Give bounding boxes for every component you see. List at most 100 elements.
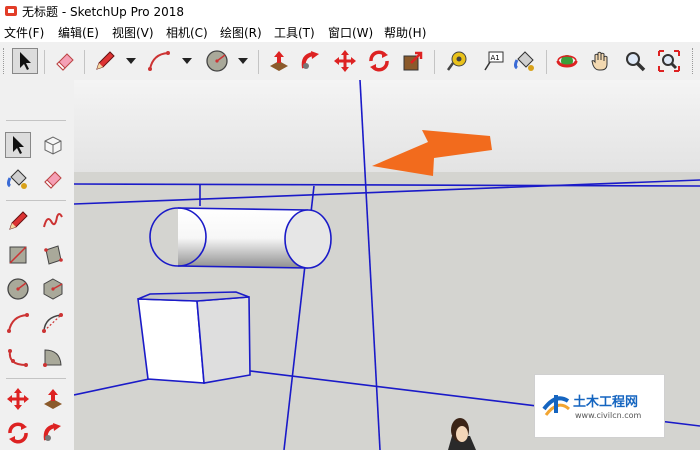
three-point-arc-tool-button[interactable] [5, 344, 31, 370]
menu-file[interactable]: 文件(F) [4, 24, 44, 41]
paint-bucket-icon [7, 169, 27, 189]
pencil-dropdown-chevron-icon[interactable] [126, 58, 136, 64]
rotated-rectangle-icon [44, 245, 63, 265]
menu-help[interactable]: 帮助(H) [384, 24, 426, 41]
pan-tool-button[interactable] [588, 48, 614, 74]
menu-draw[interactable]: 绘图(R) [220, 24, 262, 41]
orbit-tool-button[interactable] [554, 48, 580, 74]
polygon-icon [43, 278, 63, 300]
toolbar-grip[interactable] [3, 48, 7, 74]
circle-icon [206, 50, 228, 72]
make-component-icon [44, 136, 62, 155]
arc-tool-button[interactable] [146, 48, 172, 74]
menu-bar: 文件(F) 编辑(E) 视图(V) 相机(C) 绘图(R) 工具(T) 窗口(W… [0, 22, 700, 43]
tape-measure-icon [446, 51, 467, 71]
rotate-icon [369, 50, 389, 72]
left-push-pull-tool-button[interactable] [40, 386, 66, 412]
orbit-icon [556, 55, 578, 68]
left-toolbar [0, 80, 75, 450]
three-point-arc-icon [8, 349, 28, 367]
follow-me-tool-button[interactable] [298, 48, 324, 74]
polygon-tool-button[interactable] [40, 276, 66, 302]
sky [74, 80, 700, 172]
left-rotate-tool-button[interactable] [5, 420, 31, 446]
two-point-arc-tool-button[interactable] [40, 310, 66, 336]
menu-view[interactable]: 视图(V) [112, 24, 154, 41]
circle-icon [7, 278, 29, 300]
line-tool-button[interactable] [5, 208, 31, 234]
select-icon [20, 52, 31, 70]
window-title: 无标题 - SketchUp Pro 2018 [22, 5, 184, 19]
zoom-extents-tool-button[interactable] [656, 48, 682, 74]
watermark-brand: 土木工程网 [573, 395, 639, 410]
arc-dropdown-chevron-icon[interactable] [182, 58, 192, 64]
pie-icon [43, 349, 62, 367]
toolbar-separator [6, 120, 66, 121]
civilcn-watermark: 土木工程网 www.civilcn.com [534, 374, 665, 438]
text-tool-glyph: A1 [491, 54, 500, 62]
text-icon: A1 [484, 51, 504, 71]
title-bar: 无标题 - SketchUp Pro 2018 [0, 0, 700, 22]
push-pull-icon [270, 51, 288, 71]
menu-tools[interactable]: 工具(T) [274, 24, 315, 41]
make-component-tool-button[interactable] [40, 132, 66, 158]
left-eraser-tool-button[interactable] [40, 166, 66, 192]
circle-dropdown-chevron-icon[interactable] [238, 58, 248, 64]
left-move-tool-button[interactable] [5, 386, 31, 412]
eraser-icon [56, 53, 74, 71]
left-paint-bucket-tool-button[interactable] [5, 166, 31, 192]
move-tool-button[interactable] [332, 48, 358, 74]
rectangle-tool-button[interactable] [5, 242, 31, 268]
freehand-tool-button[interactable] [40, 208, 66, 234]
tape-measure-tool-button[interactable] [444, 48, 470, 74]
watermark-url: www.civilcn.com [575, 411, 642, 420]
follow-me-icon [43, 423, 61, 441]
arc-icon [7, 313, 29, 333]
zoom-tool-button[interactable] [622, 48, 648, 74]
text-tool-button[interactable]: A1 [480, 48, 506, 74]
menu-edit[interactable]: 编辑(E) [58, 24, 99, 41]
zoom-extents-icon [658, 50, 680, 72]
eraser-icon [44, 171, 62, 189]
push-pull-tool-button[interactable] [266, 48, 292, 74]
freehand-icon [43, 213, 63, 228]
scale-icon [403, 51, 423, 71]
left-follow-me-tool-button[interactable] [40, 420, 66, 446]
left-arc-tool-button[interactable] [5, 310, 31, 336]
menu-camera[interactable]: 相机(C) [166, 24, 208, 41]
rotate-icon [8, 422, 28, 444]
select-icon [13, 136, 24, 154]
eraser-tool-button[interactable] [52, 48, 78, 74]
rotated-rectangle-tool-button[interactable] [40, 242, 66, 268]
left-circle-tool-button[interactable] [5, 276, 31, 302]
toolbar-separator [258, 50, 259, 74]
circle-tool-button[interactable] [204, 48, 230, 74]
toolbar-separator [44, 50, 45, 74]
rectangle-icon [9, 246, 27, 264]
toolbar-separator [6, 200, 66, 201]
pie-tool-button[interactable] [40, 344, 66, 370]
follow-me-icon [301, 51, 319, 69]
toolbar-separator [546, 50, 547, 74]
move-icon [7, 388, 29, 410]
move-icon [334, 50, 356, 72]
rotate-tool-button[interactable] [366, 48, 392, 74]
left-select-tool-button[interactable] [5, 132, 31, 158]
cube-model[interactable] [137, 291, 251, 384]
select-tool-button[interactable] [12, 48, 38, 74]
paint-bucket-icon [514, 51, 534, 71]
zoom-icon [626, 52, 646, 72]
line-icon [9, 211, 28, 230]
civilcn-logo-icon [542, 395, 571, 416]
pan-icon [591, 51, 608, 71]
push-pull-icon [44, 389, 62, 409]
cylinder-model[interactable] [149, 206, 332, 270]
paint-bucket-tool-button[interactable] [512, 48, 538, 74]
menu-window[interactable]: 窗口(W) [328, 24, 373, 41]
toolbar-grip[interactable] [692, 48, 696, 74]
scale-tool-button[interactable] [400, 48, 426, 74]
pencil-tool-button[interactable] [92, 48, 118, 74]
main-toolbar: A1 [0, 42, 700, 81]
sketchup-logo-icon [5, 6, 17, 16]
arc-icon [148, 51, 170, 71]
